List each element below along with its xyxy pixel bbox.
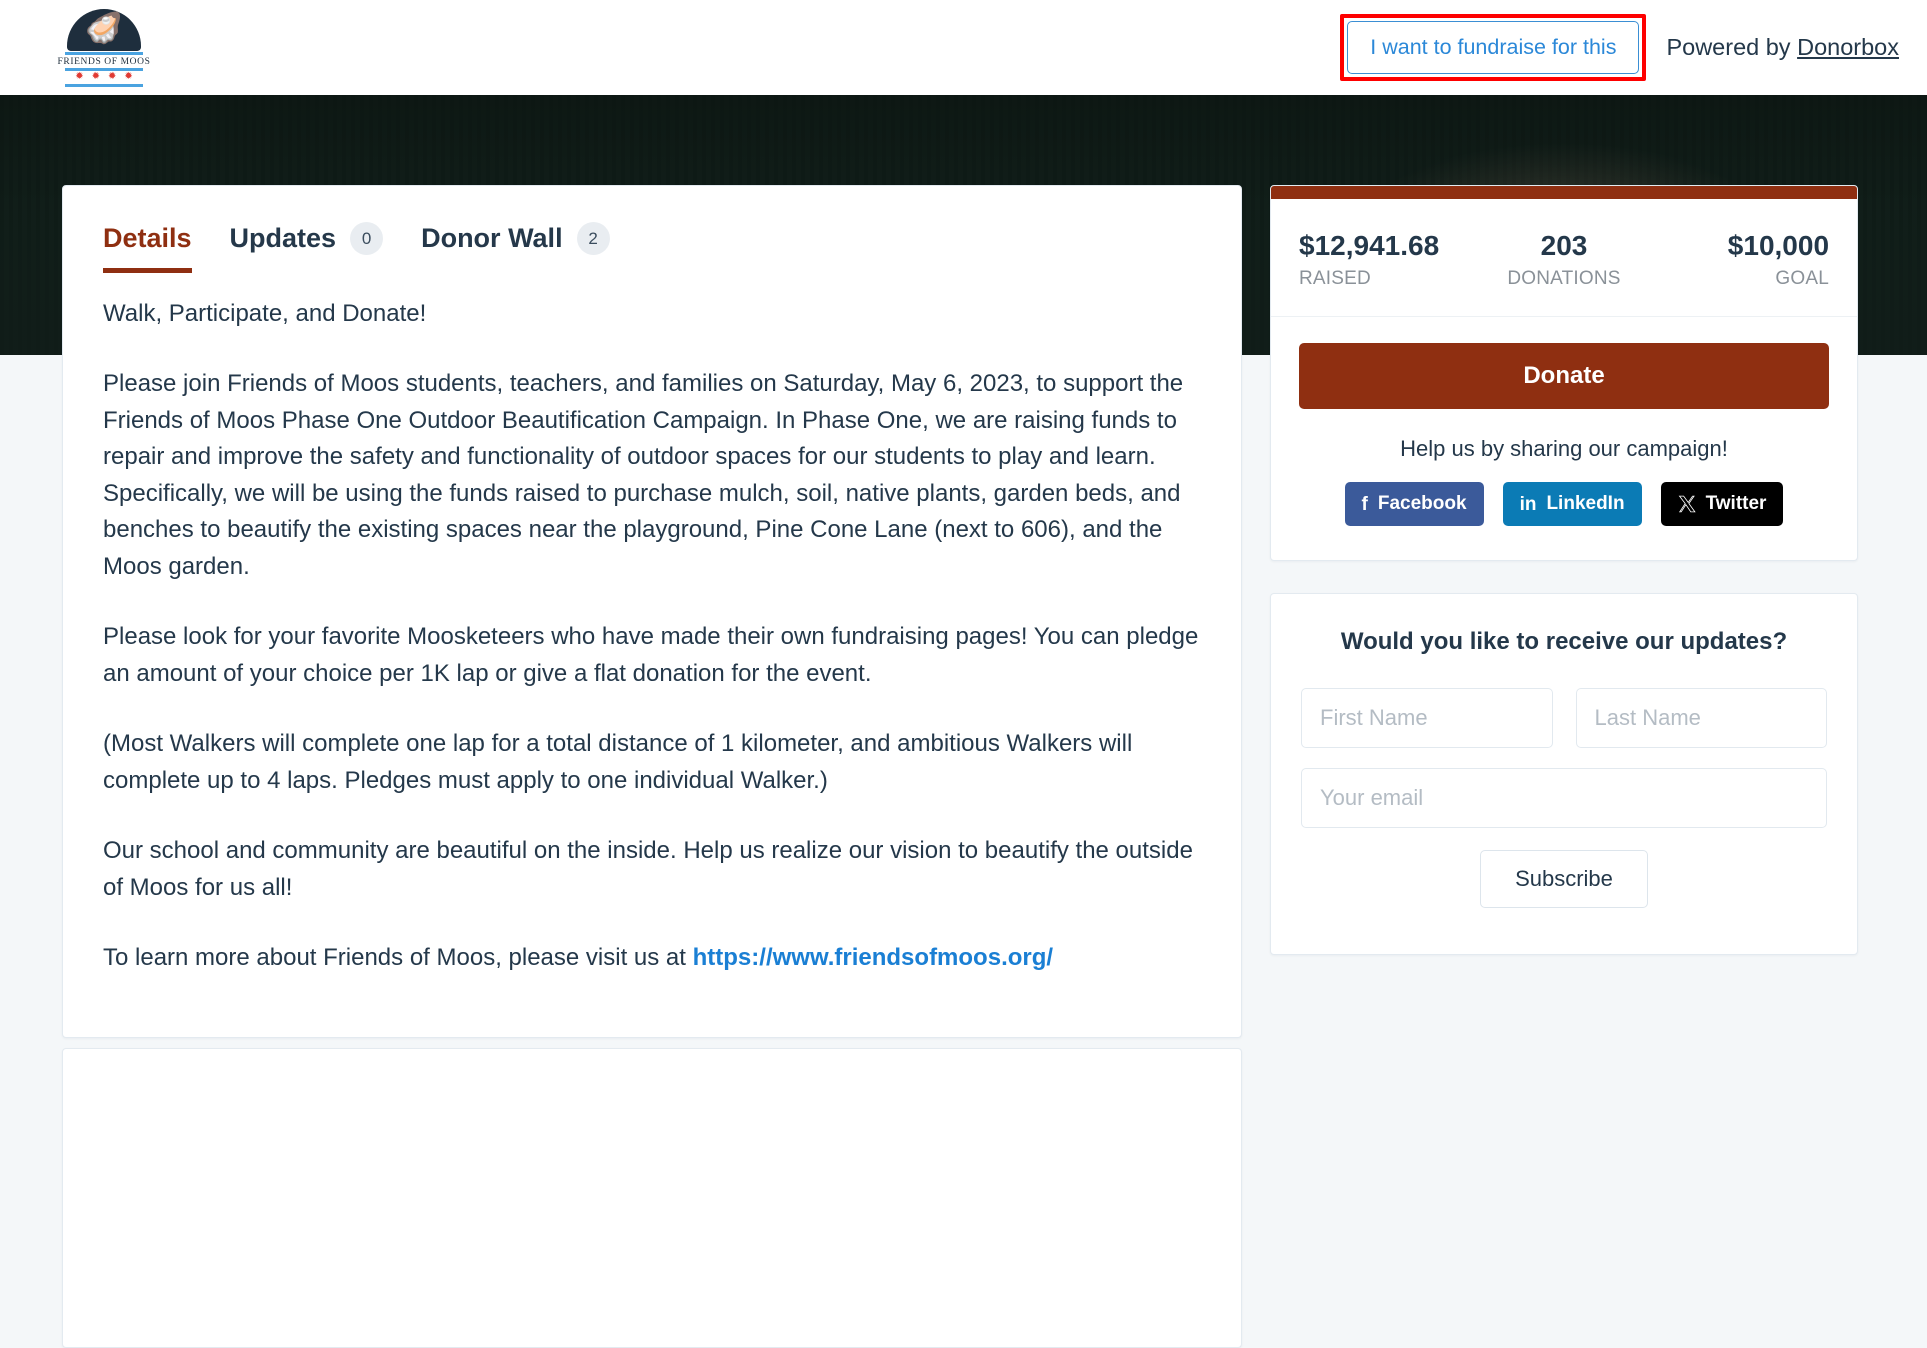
tab-donor-wall-label: Donor Wall — [421, 223, 563, 253]
newsletter-name-row — [1301, 688, 1827, 749]
subscribe-row: Subscribe — [1301, 850, 1827, 909]
org-logo-name: FRIENDS OF MOOS — [57, 56, 151, 67]
share-facebook-label: Facebook — [1377, 493, 1467, 515]
header-actions: I want to fundraise for this Powered by … — [1340, 14, 1899, 81]
tab-updates[interactable]: Updates 0 — [230, 222, 384, 274]
star-icon-1: ✹ — [75, 70, 84, 82]
logo-bar-bottom — [65, 83, 143, 87]
secondary-content-card — [62, 1047, 1242, 1348]
linkedin-icon: in — [1519, 493, 1537, 515]
campaign-stats: $12,941.68 RAISED 203 DONATIONS $10,000 … — [1271, 199, 1857, 318]
site-header: 🦪 FRIENDS OF MOOS ✹ ✹ ✹ ✹ I want to fund… — [0, 0, 1927, 95]
donate-button[interactable]: Donate — [1299, 343, 1829, 410]
chicago-stars-icon: ✹ ✹ ✹ ✹ — [75, 70, 133, 82]
newsletter-signup-card: Would you like to receive our updates? S… — [1270, 593, 1858, 956]
description-paragraph-5: Our school and community are beautiful o… — [103, 837, 1193, 901]
moose-glyph: 🦪 — [85, 11, 123, 45]
tab-details-label: Details — [103, 223, 192, 253]
stat-goal-value: $10,000 — [1727, 230, 1830, 261]
sidebar-column: $12,941.68 RAISED 203 DONATIONS $10,000 … — [1270, 185, 1858, 1348]
campaign-tabs: Details Updates 0 Donor Wall 2 — [63, 186, 1241, 274]
campaign-stats-card: $12,941.68 RAISED 203 DONATIONS $10,000 … — [1270, 185, 1858, 562]
star-icon-3: ✹ — [108, 70, 117, 82]
facebook-icon: f — [1361, 493, 1368, 515]
stat-donations: 203 DONATIONS — [1476, 229, 1653, 290]
tab-donor-wall[interactable]: Donor Wall 2 — [421, 222, 610, 274]
subscribe-button[interactable]: Subscribe — [1480, 850, 1648, 909]
description-paragraph-6: To learn more about Friends of Moos, ple… — [103, 940, 1201, 976]
last-name-input[interactable] — [1575, 688, 1827, 749]
fundraise-for-this-button[interactable]: I want to fundraise for this — [1347, 21, 1640, 74]
moose-icon: 🦪 — [67, 8, 141, 51]
description-paragraph-3: Please look for your favorite Moosketeer… — [103, 623, 1199, 687]
org-logo[interactable]: 🦪 FRIENDS OF MOOS ✹ ✹ ✹ ✹ — [40, 8, 168, 87]
share-twitter-label: Twitter — [1705, 493, 1767, 515]
email-input[interactable] — [1301, 768, 1827, 829]
newsletter-email-row — [1301, 768, 1827, 829]
campaign-description: Walk, Participate, and Donate! Please jo… — [63, 274, 1241, 1037]
stat-raised-value: $12,941.68 — [1299, 230, 1440, 261]
donorbox-link[interactable]: Donorbox — [1797, 34, 1899, 60]
tab-donor-wall-badge: 2 — [576, 222, 610, 255]
powered-by-label: Powered by Donorbox — [1666, 34, 1899, 61]
stat-raised-label: RAISED — [1299, 268, 1371, 290]
tab-details[interactable]: Details — [103, 223, 192, 273]
stats-actions: Donate Help us by sharing our campaign! … — [1271, 317, 1857, 560]
stats-accent-bar — [1271, 186, 1857, 199]
powered-by-prefix: Powered by — [1666, 34, 1798, 60]
page-content: Details Updates 0 Donor Wall 2 Walk, Par… — [0, 95, 1927, 1348]
website-sentence-prefix: To learn more about Friends of Moos, ple… — [103, 944, 693, 972]
share-twitter-button[interactable]: Twitter — [1660, 482, 1784, 527]
share-linkedin-button[interactable]: in LinkedIn — [1502, 482, 1642, 527]
description-paragraph-4: (Most Walkers will complete one lap for … — [103, 730, 1133, 794]
stat-donations-label: DONATIONS — [1507, 268, 1621, 290]
tab-updates-badge: 0 — [350, 222, 384, 255]
fundraise-highlight-annotation: I want to fundraise for this — [1340, 14, 1647, 81]
share-linkedin-label: LinkedIn — [1546, 493, 1625, 515]
stat-raised: $12,941.68 RAISED — [1299, 229, 1476, 290]
main-column: Details Updates 0 Donor Wall 2 Walk, Par… — [62, 185, 1242, 1348]
tab-updates-label: Updates — [229, 223, 337, 253]
campaign-details-card: Details Updates 0 Donor Wall 2 Walk, Par… — [62, 185, 1242, 1038]
first-name-input[interactable] — [1301, 688, 1553, 749]
description-paragraph-1: Walk, Participate, and Donate! — [103, 300, 427, 327]
stat-goal: $10,000 GOAL — [1652, 229, 1829, 290]
description-paragraph-2: Please join Friends of Moos students, te… — [103, 370, 1184, 580]
share-facebook-button[interactable]: f Facebook — [1344, 482, 1484, 527]
logo-bar-top — [65, 51, 143, 55]
star-icon-2: ✹ — [91, 70, 100, 82]
share-buttons: f Facebook in LinkedIn Twitter — [1299, 482, 1829, 527]
friendsofmoos-website-link[interactable]: https://www.friendsofmoos.org/ — [693, 944, 1053, 971]
star-icon-4: ✹ — [124, 70, 133, 82]
twitter-x-icon — [1678, 495, 1696, 513]
stat-goal-label: GOAL — [1775, 268, 1830, 290]
newsletter-title: Would you like to receive our updates? — [1340, 628, 1788, 656]
share-prompt: Help us by sharing our campaign! — [1400, 436, 1728, 462]
stat-donations-value: 203 — [1540, 230, 1588, 261]
